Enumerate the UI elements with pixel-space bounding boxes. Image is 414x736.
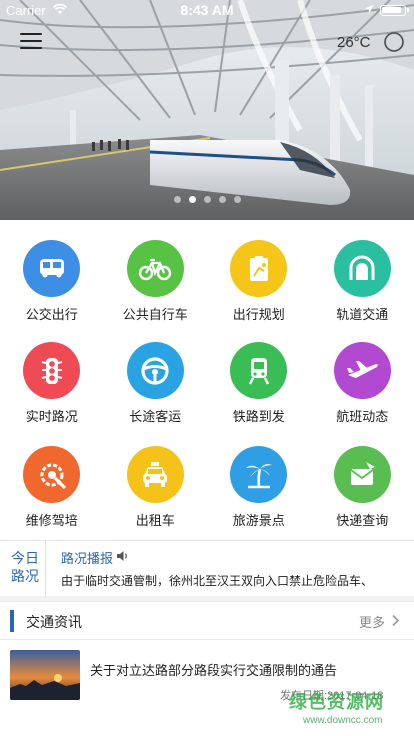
service-label: 快递查询 <box>336 513 389 528</box>
service-tile[interactable]: 出行规划 <box>207 240 311 342</box>
service-label: 公共自行车 <box>122 307 188 322</box>
palm-tree-icon[interactable] <box>230 446 288 503</box>
repair-icon[interactable] <box>23 446 81 503</box>
service-label: 旅游景点 <box>232 513 285 528</box>
traffic-ticker[interactable]: 今日 路况 路况播报 由于临时交通管制，徐州北至汉王双向入口禁止危险品车、 <box>0 540 414 597</box>
service-label: 铁路到发 <box>232 409 285 424</box>
news-item-date: 发布日期:2017-04-18 <box>280 690 384 702</box>
service-tile[interactable]: 铁路到发 <box>207 342 311 446</box>
service-tile[interactable]: 出租车 <box>104 446 208 550</box>
today-traffic-label: 今日 路况 <box>0 541 46 597</box>
service-tile[interactable]: 旅游景点 <box>207 446 311 550</box>
service-label: 实时路况 <box>25 409 78 424</box>
service-label: 维修驾培 <box>25 513 78 528</box>
news-thumbnail <box>10 650 80 700</box>
ticker-title: 路况播报 <box>61 551 114 566</box>
metro-tunnel-icon[interactable] <box>333 240 391 297</box>
steering-wheel-icon[interactable] <box>126 342 184 399</box>
status-bar: Carrier 8:43 AM <box>0 0 414 20</box>
battery-icon <box>380 5 409 16</box>
service-tile[interactable]: 长途客运 <box>104 342 208 446</box>
section-accent-bar <box>10 610 14 632</box>
news-header: 交通资讯 更多 <box>0 602 414 640</box>
service-tile[interactable]: 公共自行车 <box>104 240 208 342</box>
service-tile[interactable]: 公交出行 <box>0 240 104 342</box>
route-plan-icon[interactable] <box>230 240 288 297</box>
news-section-title: 交通资讯 <box>26 614 82 630</box>
airplane-icon[interactable] <box>333 342 391 399</box>
temperature-label: 26°C <box>337 34 371 51</box>
carousel-dot[interactable] <box>173 196 181 203</box>
carousel-dot[interactable] <box>188 196 196 203</box>
traffic-news-section: 交通资讯 更多 关于对立达路部分路段实行交通限制的通告 发布日期:2017-04… <box>0 602 414 736</box>
traffic-light-icon[interactable] <box>23 342 81 399</box>
service-tile[interactable]: 航班动态 <box>311 342 414 446</box>
status-time: 8:43 AM <box>180 2 234 18</box>
service-tile[interactable]: 快递查询 <box>311 446 414 550</box>
bicycle-icon[interactable] <box>126 240 184 297</box>
ticker-text: 由于临时交通管制，徐州北至汉王双向入口禁止危险品车、 <box>61 574 374 588</box>
service-tile[interactable]: 实时路况 <box>0 342 104 446</box>
service-label: 航班动态 <box>336 409 389 424</box>
service-label: 轨道交通 <box>336 307 389 322</box>
carousel-indicator[interactable] <box>0 196 414 203</box>
service-label: 公交出行 <box>25 307 78 322</box>
location-arrow-icon <box>365 5 373 14</box>
service-tile[interactable]: 轨道交通 <box>311 240 414 342</box>
more-link[interactable]: 更多 <box>359 612 385 631</box>
service-label: 出租车 <box>135 513 175 528</box>
service-tile[interactable]: 维修驾培 <box>0 446 104 550</box>
service-label: 长途客运 <box>129 409 182 424</box>
news-list-item[interactable]: 关于对立达路部分路段实行交通限制的通告 发布日期:2017-04-18 <box>0 650 414 706</box>
train-station-photo <box>0 0 414 220</box>
menu-icon[interactable] <box>20 33 42 51</box>
carousel-dot[interactable] <box>203 196 211 203</box>
carousel-dot[interactable] <box>233 196 241 203</box>
train-icon[interactable] <box>230 342 288 399</box>
taxi-icon[interactable] <box>126 446 184 503</box>
hero-banner[interactable]: Carrier 8:43 AM 26°C <box>0 0 414 220</box>
express-letter-icon[interactable] <box>333 446 391 503</box>
news-item-title: 关于对立达路部分路段实行交通限制的通告 <box>90 663 338 678</box>
bus-icon[interactable] <box>23 240 81 297</box>
carousel-dot[interactable] <box>218 196 226 203</box>
service-label: 出行规划 <box>232 307 285 322</box>
chevron-right-icon[interactable] <box>391 614 400 627</box>
service-grid: 公交出行 公共自行车 出行规划 轨道交通实时路况 长途客运 铁路到发 航班动态维修驾培 出租车… <box>0 220 414 540</box>
speaker-icon <box>117 551 127 561</box>
weather-icon[interactable] <box>382 30 406 54</box>
